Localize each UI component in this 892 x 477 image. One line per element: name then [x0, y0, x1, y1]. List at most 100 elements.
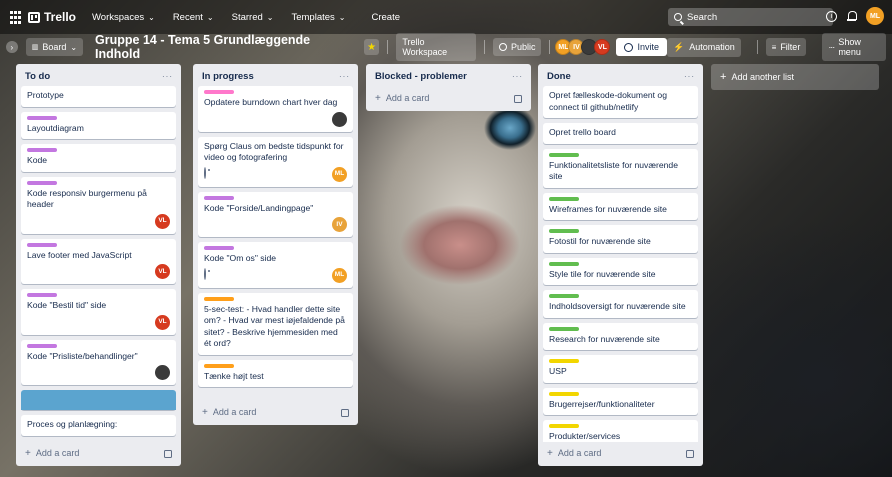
card-member-avatar[interactable]: ML — [332, 166, 347, 182]
card-member-avatar[interactable]: ML — [332, 267, 347, 283]
card-label — [549, 229, 579, 233]
card[interactable]: Opret trello board — [543, 123, 698, 144]
card-title: Kode "Forside/Landingpage" — [204, 202, 314, 213]
card[interactable]: Wireframes for nuværende site — [543, 192, 698, 220]
add-card-button[interactable]: + Add a card — [538, 442, 703, 466]
card-member-avatar[interactable] — [332, 111, 347, 127]
card-member-avatar[interactable]: VL — [155, 213, 170, 229]
add-card-button[interactable]: + Add a card — [16, 442, 181, 466]
card[interactable]: Kode "Forside/Landingpage" IV — [198, 191, 353, 237]
workspace-button[interactable]: Trello Workspace — [396, 33, 476, 61]
card-member-avatar[interactable]: VL — [155, 314, 170, 330]
card-title: USP — [549, 366, 567, 376]
card-title: Wireframes for nuværende site — [549, 203, 667, 214]
template-icon[interactable] — [686, 449, 694, 458]
card-member-avatar[interactable]: IV — [332, 217, 347, 232]
board-title[interactable]: Gruppe 14 - Tema 5 Grundlæggende Indhold — [91, 31, 356, 63]
more-icon[interactable]: ··· — [684, 72, 695, 81]
card[interactable]: Indholdsoversigt for nuværende site — [543, 290, 698, 318]
visibility-button[interactable]: Public — [492, 38, 542, 56]
card[interactable]: Layoutdiagram — [21, 111, 176, 139]
sidebar-toggle-icon[interactable]: › — [6, 41, 18, 53]
filter-button[interactable]: ≡ Filter — [765, 38, 807, 56]
add-card-button[interactable]: + Add a card — [366, 87, 531, 111]
list-title[interactable]: In progress — [202, 71, 254, 82]
star-icon[interactable]: ★ — [363, 39, 380, 55]
template-icon[interactable] — [341, 408, 349, 417]
info-icon[interactable]: i — [826, 10, 837, 22]
list-header: To do ··· — [16, 64, 181, 86]
card-label — [549, 152, 579, 157]
nav-templates[interactable]: Templates ⌄ — [291, 12, 345, 23]
more-icon[interactable]: ··· — [339, 72, 350, 81]
card[interactable]: Fotostil for nuværende site — [543, 225, 698, 253]
bell-icon[interactable] — [847, 11, 857, 21]
plus-icon: + — [375, 93, 381, 104]
card[interactable]: Kode — [21, 144, 176, 172]
nav-workspaces[interactable]: Workspaces ⌄ — [92, 12, 155, 23]
member-avatar[interactable]: VL — [594, 39, 611, 55]
visibility-label: Public — [510, 42, 536, 52]
add-list-label: Add another list — [731, 72, 794, 82]
automation-button[interactable]: ⚡ Automation — [666, 37, 741, 57]
list-in-progress[interactable]: In progress ··· Opdatere burndown chart hv… — [193, 64, 358, 425]
card-badges — [204, 111, 347, 127]
card[interactable]: Kode "Bestil tid" side VL — [21, 289, 176, 335]
list-title[interactable]: Blocked - problemer — [375, 71, 467, 82]
list-title[interactable]: Done — [547, 71, 571, 82]
board-actions: ⚡ Automation ≡ Filter ··· Show menu — [666, 33, 886, 61]
template-icon[interactable] — [164, 449, 172, 458]
add-list-button[interactable]: + Add another list — [711, 64, 879, 90]
app-switcher-icon[interactable] — [8, 10, 22, 24]
invite-button[interactable]: Invite — [616, 38, 667, 56]
board-members[interactable]: ML IV VL — [555, 39, 611, 55]
nav-starred[interactable]: Starred ⌄ — [232, 12, 274, 23]
search-input[interactable]: Search — [668, 8, 833, 26]
chevron-down-icon: ⌄ — [266, 12, 274, 22]
card[interactable]: Funktionalitetsliste for nuværende site — [543, 148, 698, 188]
card-title: Prototype — [27, 90, 64, 100]
list-todo[interactable]: To do ··· Prototype Layoutdiagram Kode Kode r… — [16, 64, 181, 466]
board-view-switcher[interactable]: ▥ Board ⌄ — [25, 38, 84, 56]
card[interactable]: Produkter/services — [543, 420, 698, 442]
card[interactable]: 5-sec-test: - Hvad handler dette site om… — [198, 292, 353, 355]
card[interactable]: Kode "Prisliste/behandlinger" — [21, 339, 176, 385]
card-member-avatar[interactable] — [155, 365, 170, 380]
plus-icon: + — [202, 407, 208, 418]
card-title: Lave footer med JavaScript — [27, 249, 132, 260]
user-avatar[interactable]: ML — [866, 7, 884, 25]
add-card-button[interactable]: + Add a card — [193, 401, 358, 425]
list-blocked[interactable]: Blocked - problemer ··· + Add a card — [366, 64, 531, 111]
card[interactable]: Research for nuværende site — [543, 322, 698, 350]
card[interactable]: Opdatere burndown chart hver dag — [198, 86, 353, 132]
list-title[interactable]: To do — [25, 71, 50, 82]
template-icon[interactable] — [514, 94, 522, 103]
trello-logo[interactable]: Trello — [28, 10, 76, 24]
card[interactable]: USP — [543, 355, 698, 383]
card[interactable]: Style tile for nuværende site — [543, 257, 698, 285]
card[interactable]: Lave footer med JavaScript VL — [21, 238, 176, 284]
card-badges: ML — [204, 267, 347, 283]
card[interactable]: Spørg Claus om bedste tidspunkt for vide… — [198, 136, 353, 187]
card-member-avatar[interactable]: VL — [155, 264, 170, 279]
nav-recent[interactable]: Recent ⌄ — [173, 12, 214, 23]
list-done[interactable]: Done ··· Opret fælleskode-dokument og conn… — [538, 64, 703, 466]
create-button[interactable]: Create — [366, 8, 407, 27]
divider — [387, 40, 389, 54]
card-title: Kode "Bestil tid" side — [27, 300, 107, 310]
card[interactable]: Opret fælleskode-dokument og connect til… — [543, 86, 698, 118]
card[interactable]: Proces og planlægning: — [21, 415, 176, 436]
plus-icon: + — [25, 448, 31, 459]
card[interactable] — [21, 390, 176, 410]
card[interactable]: Kode responsiv burgermenu på header VL — [21, 176, 176, 234]
more-icon[interactable]: ··· — [162, 72, 173, 81]
eye-icon — [204, 167, 206, 180]
card[interactable]: Kode "Om os" side ML — [198, 242, 353, 288]
card[interactable]: Brugerrejser/funktionaliteter — [543, 387, 698, 415]
more-icon[interactable]: ··· — [512, 72, 523, 81]
card-label — [27, 180, 57, 185]
card[interactable]: Tænke højt test — [198, 359, 353, 387]
card[interactable]: Prototype — [21, 86, 176, 107]
show-menu-button[interactable]: ··· Show menu — [822, 33, 886, 61]
chevron-down-icon: ⌄ — [148, 12, 155, 22]
